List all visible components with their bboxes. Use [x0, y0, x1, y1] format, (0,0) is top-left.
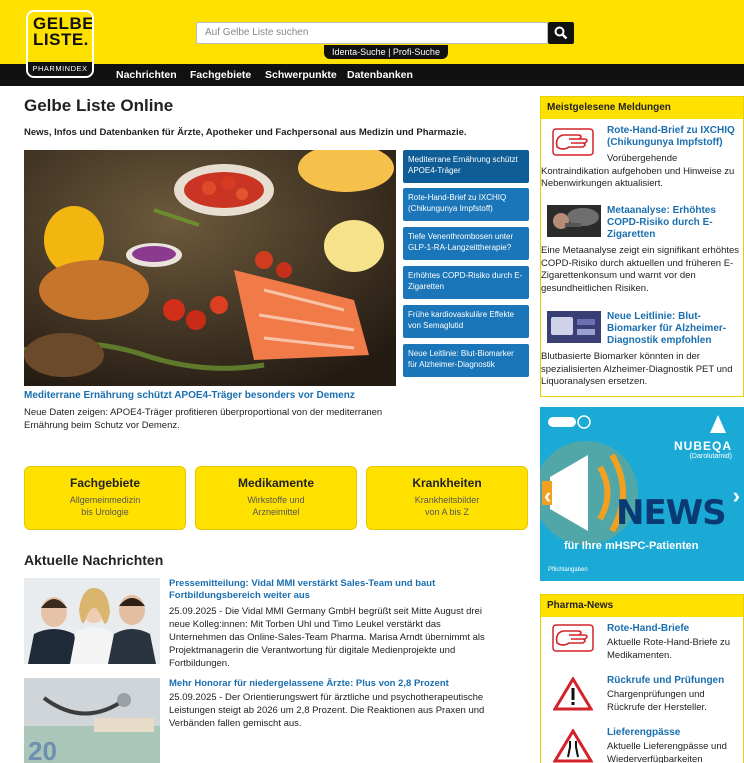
nav-datenbanken[interactable]: Datenbanken — [347, 64, 413, 86]
pharma-news-title-link[interactable]: Rote-Hand-Briefe — [607, 623, 741, 635]
pharma-news-item: Rückrufe und Prüfungen Chargenprüfungen … — [547, 675, 743, 723]
main-nav: Nachrichten Fachgebiete Schwerpunkte Dat… — [0, 64, 744, 86]
most-read-item: Metaanalyse: Erhöhtes COPD-Risiko durch … — [541, 205, 743, 301]
hero-tab-2[interactable]: Rote-Hand-Brief zu IXCHIQ (Chikungunya I… — [403, 188, 529, 221]
ad-mandatory-info-link[interactable]: Pflichtangaben — [548, 567, 588, 573]
most-read-text: Blutbasierte Biomarker könnten in der sp… — [541, 351, 733, 387]
most-read-title-link[interactable]: Neue Leitlinie: Blut-Biomarker für Alzhe… — [607, 311, 741, 347]
most-read-text: Eine Metaanalyse zeigt ein signifikant e… — [541, 245, 740, 294]
identa-profi-search-link[interactable]: Identa-Suche | Profi-Suche — [324, 45, 448, 59]
hero-tab-4[interactable]: Erhöhtes COPD-Risiko durch E-Zigaretten — [403, 266, 529, 299]
news-text: 25.09.2025 - Der Orientierungswert für ä… — [169, 692, 485, 729]
nav-schwerpunkte[interactable]: Schwerpunkte — [265, 64, 337, 86]
pharma-news-title-link[interactable]: Rückrufe und Prüfungen — [607, 675, 741, 687]
hero-image-mediterranean-food[interactable] — [24, 150, 396, 386]
hero-headline-link[interactable]: Mediterrane Ernährung schützt APOE4-Träg… — [24, 390, 355, 401]
warning-triangle-icon — [553, 677, 593, 711]
news-title-link[interactable]: Pressemitteilung: Vidal MMI verstärkt Sa… — [169, 578, 499, 602]
search-button[interactable] — [548, 22, 574, 44]
red-hand-icon — [552, 624, 594, 652]
news-title-link[interactable]: Mehr Honorar für niedergelassene Ärzte: … — [169, 678, 499, 690]
chevron-left-icon[interactable]: ‹ — [544, 483, 551, 509]
pharma-news-text: Aktuelle Rote-Hand-Briefe zu Medikamente… — [607, 637, 731, 661]
most-read-box: Meistgelesene Meldungen Rote-Hand-Brief … — [540, 96, 744, 397]
most-read-item: Rote-Hand-Brief zu IXCHIQ (Chikungunya I… — [541, 125, 743, 193]
news-text: 25.09.2025 - Die Vidal MMI Germany GmbH … — [169, 606, 485, 669]
pharma-news-item: Rote-Hand-Briefe Aktuelle Rote-Hand-Brie… — [547, 623, 743, 673]
most-read-title-link[interactable]: Rote-Hand-Brief zu IXCHIQ (Chikungunya I… — [607, 125, 741, 149]
hero-tab-6[interactable]: Neue Leitlinie: Blut-Biomarker für Alzhe… — [403, 344, 529, 377]
pharma-news-item: Lieferengpässe Aktuelle Lieferengpässe u… — [547, 727, 743, 763]
search-icon — [554, 26, 568, 40]
news-image-team-photo[interactable] — [24, 578, 160, 664]
hero-tab-1[interactable]: Mediterrane Ernährung schützt APOE4-Träg… — [403, 150, 529, 183]
pharma-news-heading: Pharma-News — [541, 595, 743, 617]
ad-tagline: für Ihre mHSPC-Patienten — [564, 540, 699, 552]
intro-text: News, Infos und Datenbanken für Ärzte, A… — [24, 127, 467, 138]
logo-subtitle: PHARMINDEX — [28, 62, 92, 76]
most-read-heading: Meistgelesene Meldungen — [541, 97, 743, 119]
news-section-heading: Aktuelle Nachrichten — [24, 552, 164, 568]
category-medikamente-button[interactable]: Medikamente Wirkstoffe und Arzneimittel — [195, 466, 357, 530]
nav-fachgebiete[interactable]: Fachgebiete — [190, 64, 251, 86]
category-subtitle: Allgemeinmedizin bis Urologie — [69, 495, 141, 517]
most-read-text: Vorübergehende Kontraindikation aufgehob… — [541, 153, 735, 189]
news-thumb-vape[interactable] — [547, 205, 601, 237]
ad-brand-sub: (Darolutamid) — [689, 453, 732, 460]
nav-nachrichten[interactable]: Nachrichten — [116, 64, 177, 86]
chevron-right-icon[interactable]: › — [733, 483, 740, 509]
category-krankheiten-button[interactable]: Krankheiten Krankheitsbilder von A bis Z — [366, 466, 528, 530]
most-read-title-link[interactable]: Metaanalyse: Erhöhtes COPD-Risiko durch … — [607, 205, 741, 241]
page-title: Gelbe Liste Online — [24, 96, 174, 115]
hero-tab-3[interactable]: Tiefe Venenthrombosen unter GLP-1-RA-Lan… — [403, 227, 529, 260]
pharma-news-text: Aktuelle Lieferengpässe und Wiederverfüg… — [607, 741, 727, 763]
category-title: Fachgebiete — [69, 476, 141, 490]
pharma-news-text: Chargenprüfungen und Rückrufe der Herste… — [607, 689, 707, 713]
category-subtitle: Wirkstoffe und Arzneimittel — [247, 495, 305, 517]
hero-tab-5[interactable]: Frühe kardiovaskuläre Effekte von Semagl… — [403, 305, 529, 338]
category-fachgebiete-button[interactable]: Fachgebiete Allgemeinmedizin bis Urologie — [24, 466, 186, 530]
most-read-item: Neue Leitlinie: Blut-Biomarker für Alzhe… — [541, 311, 743, 395]
ad-brand-name: NUBEQA — [673, 439, 732, 453]
road-narrows-icon — [553, 729, 593, 763]
category-title: Medikamente — [237, 476, 315, 490]
hero-description: Neue Daten zeigen: APOE4-Träger profitie… — [24, 407, 383, 431]
pharma-news-box: Pharma-News Rote-Hand-Briefe Aktuelle Ro… — [540, 594, 744, 763]
ad-headline: NEWS — [616, 493, 727, 533]
news-thumb-lab[interactable] — [547, 311, 601, 343]
nubeqa-advertisement[interactable]: NUBEQA (Darolutamid) NEWS für Ihre mHSPC… — [540, 407, 744, 581]
category-title: Krankheiten — [412, 476, 482, 490]
news-image-money-stethoscope[interactable]: 20 — [24, 678, 160, 763]
pharma-news-title-link[interactable]: Lieferengpässe — [607, 727, 741, 739]
search-input[interactable]: Auf Gelbe Liste suchen — [196, 22, 548, 44]
gelbe-liste-logo[interactable]: GELBE LISTE. PHARMINDEX — [26, 10, 94, 78]
svg-text:20: 20 — [28, 736, 57, 763]
logo-text: GELBE LISTE. — [33, 14, 94, 49]
category-subtitle: Krankheitsbilder von A bis Z — [414, 495, 480, 517]
